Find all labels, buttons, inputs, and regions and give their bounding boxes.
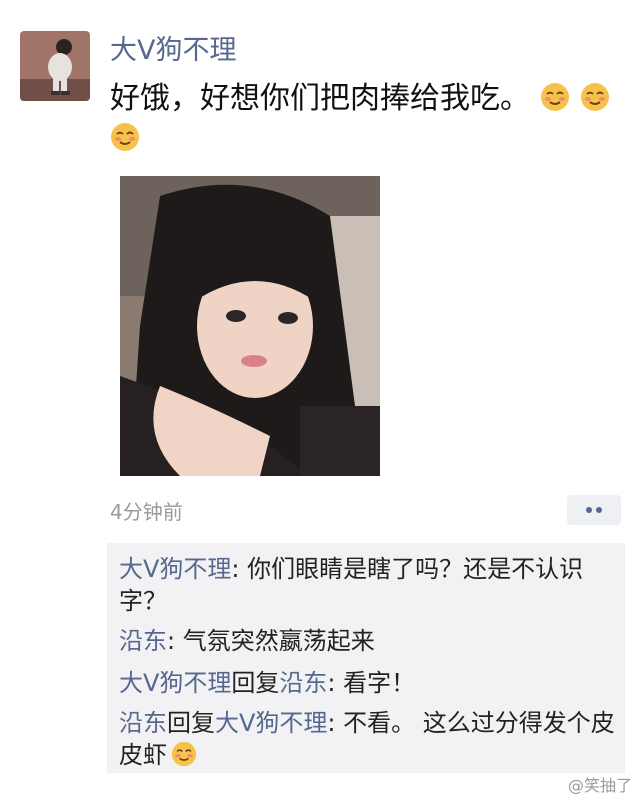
- reply-target[interactable]: 大V狗不理: [215, 709, 327, 737]
- comment-text: 气氛突然嬴荡起来: [182, 627, 375, 655]
- comment-author[interactable]: 沿东: [119, 627, 167, 655]
- blushing-smile-icon: [171, 741, 197, 767]
- comment-author[interactable]: 沿东: [119, 709, 167, 737]
- reply-target[interactable]: 沿东: [279, 669, 327, 697]
- comment-author[interactable]: 大V狗不理: [119, 555, 231, 583]
- comment-separator: :: [327, 709, 344, 737]
- comment-separator: :: [167, 627, 183, 655]
- blushing-smile-icon: [540, 82, 570, 112]
- reply-word: 回复: [231, 669, 280, 697]
- more-options-button[interactable]: [567, 495, 621, 525]
- comment-text: 看字！: [343, 669, 416, 697]
- post-text: 好饿，好想你们把肉捧给我吃。: [110, 79, 620, 159]
- avatar[interactable]: [20, 31, 90, 101]
- comment-item[interactable]: 沿东: 气氛突然嬴荡起来: [119, 625, 615, 657]
- post-username[interactable]: 大V狗不理: [110, 34, 236, 68]
- comments-panel: 大V狗不理: 你们眼睛是瞎了吗？还是不认识字？ 沿东: 气氛突然嬴荡起来 大V狗…: [107, 543, 625, 773]
- comment-separator: :: [327, 669, 344, 697]
- comment-item[interactable]: 大V狗不理回复沿东: 看字！: [119, 667, 615, 699]
- comment-item[interactable]: 沿东回复大V狗不理: 不看。 这么过分得发个皮皮虾: [119, 707, 615, 771]
- ellipsis-icon: [586, 507, 592, 513]
- post-timestamp: 4分钟前: [110, 500, 183, 524]
- avatar-image: [20, 31, 90, 101]
- blushing-smile-icon: [110, 122, 140, 152]
- post-text-content: 好饿，好想你们把肉捧给我吃。: [110, 81, 530, 116]
- comment-item[interactable]: 大V狗不理: 你们眼睛是瞎了吗？还是不认识字？: [119, 553, 615, 617]
- watermark: @笑抽了: [568, 776, 633, 795]
- post-photo[interactable]: [120, 176, 380, 476]
- blushing-smile-icon: [580, 82, 610, 112]
- ellipsis-icon: [596, 507, 602, 513]
- reply-word: 回复: [167, 709, 215, 737]
- comment-separator: :: [231, 555, 248, 583]
- comment-author[interactable]: 大V狗不理: [119, 669, 231, 697]
